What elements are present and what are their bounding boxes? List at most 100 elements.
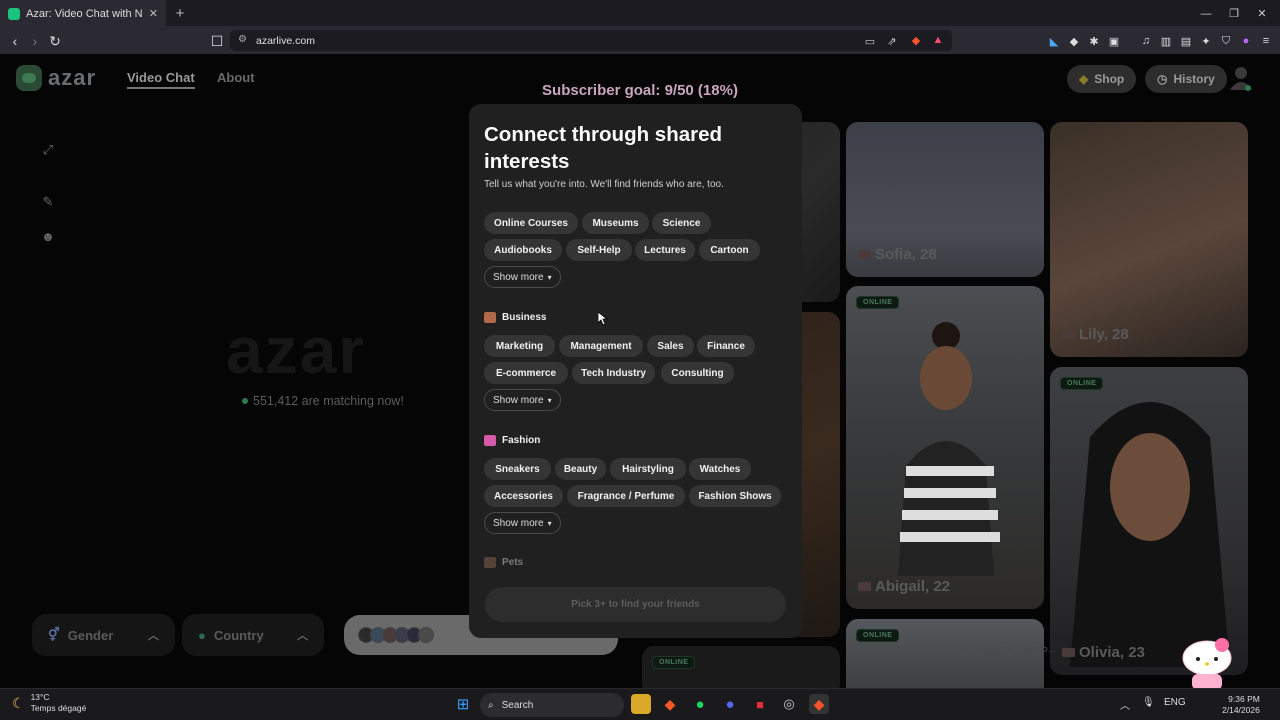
browser-tab-active[interactable]: Azar: Video Chat with New People ✕ xyxy=(0,0,166,27)
shop-button[interactable]: ◆ Shop xyxy=(1067,65,1137,93)
translate-extension-icon[interactable]: ◣ xyxy=(1046,33,1062,49)
media-icon[interactable]: ♫ xyxy=(1138,33,1154,49)
interest-chip[interactable]: Marketing xyxy=(484,335,555,357)
file-explorer-icon[interactable] xyxy=(631,694,651,714)
system-clock[interactable]: 9:36 PM 2/14/2026 xyxy=(1222,694,1260,716)
interest-chip[interactable]: Beauty xyxy=(555,458,606,480)
us-flag-icon xyxy=(1062,648,1075,657)
vpn-shield-icon[interactable]: ⛉ xyxy=(1218,33,1234,49)
interest-chip[interactable]: Cartoon xyxy=(699,239,760,261)
discord-icon[interactable]: ● xyxy=(720,694,740,714)
profile-photo-person xyxy=(898,322,1000,576)
interest-chip[interactable]: Audiobooks xyxy=(484,239,562,261)
taskbar-search[interactable]: ⌕ Search xyxy=(480,693,624,717)
address-bar[interactable]: ⚙ azarlive.com xyxy=(230,30,952,51)
brave-rewards-icon[interactable]: ▲ xyxy=(930,32,946,48)
shopping-bag-icon xyxy=(484,435,496,446)
close-tab-icon[interactable]: ✕ xyxy=(149,7,158,20)
site-settings-icon[interactable]: ⚙ xyxy=(238,34,247,45)
interest-chip[interactable]: Hairstyling xyxy=(610,458,686,480)
weather-widget[interactable]: ☾ 13°C Temps dégagé xyxy=(12,692,86,714)
images-disclaimer: All images a...dels do... xyxy=(962,644,1056,654)
new-tab-button[interactable]: + xyxy=(171,4,189,22)
spotify-icon[interactable]: ● xyxy=(690,694,710,714)
interest-chip[interactable]: Management xyxy=(559,335,643,357)
microphone-icon[interactable]: 🎙 xyxy=(1142,697,1155,708)
country-filter-button[interactable]: ● Country ︿ xyxy=(182,614,324,656)
profile-card[interactable]: ONLINE xyxy=(642,646,840,688)
profile-icon[interactable]: ● xyxy=(1238,33,1254,49)
interest-chip[interactable]: Sneakers xyxy=(484,458,551,480)
profile-card[interactable]: Lily, 28 xyxy=(1050,122,1248,357)
interest-chip[interactable]: Finance xyxy=(697,335,755,357)
background-logo-word: azar xyxy=(226,313,367,387)
interest-chip[interactable]: Lectures xyxy=(635,239,695,261)
online-badge: ONLINE xyxy=(856,296,900,309)
search-label: Search xyxy=(501,699,534,711)
sticker-face-icon[interactable]: ☻ xyxy=(36,224,60,248)
interest-chip[interactable]: Self-Help xyxy=(566,239,632,261)
interest-chip[interactable]: Consulting xyxy=(661,362,734,384)
show-more-button[interactable]: Show more ▾ xyxy=(484,512,561,534)
language-indicator[interactable]: ENG xyxy=(1164,697,1186,708)
brave-browser-icon[interactable]: ◆ xyxy=(660,694,680,714)
interest-chip[interactable]: E-commerce xyxy=(484,362,568,384)
extension-box-icon[interactable]: ▣ xyxy=(1106,33,1122,49)
share-icon[interactable]: ⇗ xyxy=(884,33,900,49)
show-more-button[interactable]: Show more ▾ xyxy=(484,266,561,288)
extension-diamond-icon[interactable]: ◆ xyxy=(1066,33,1082,49)
close-window-button[interactable]: ✕ xyxy=(1244,0,1280,27)
category-title: Fashion xyxy=(502,435,541,446)
sidebar-icon[interactable]: ▥ xyxy=(1158,33,1174,49)
user-avatar-icon[interactable] xyxy=(1230,66,1252,92)
show-more-label: Show more xyxy=(493,394,544,406)
chevron-down-icon: ▾ xyxy=(547,518,552,528)
history-button[interactable]: ◷ History xyxy=(1145,65,1227,93)
app-circle-icon[interactable]: ◎ xyxy=(779,694,799,714)
bookmark-icon[interactable]: ☐ xyxy=(206,30,228,52)
profile-name: Lily, 28 xyxy=(1062,326,1129,343)
us-flag-icon xyxy=(1062,330,1075,339)
interest-chip[interactable]: Tech Industry xyxy=(572,362,655,384)
profile-card[interactable]: ONLINE Abigail, 22 xyxy=(846,286,1044,609)
forward-button[interactable]: › xyxy=(24,30,46,52)
effects-wand-icon[interactable]: ✎ xyxy=(36,190,60,214)
interest-chip[interactable]: Fashion Shows xyxy=(689,485,781,507)
tab-title: Azar: Video Chat with New People xyxy=(26,7,143,20)
gender-filter-button[interactable]: ⚥ Gender ︿ xyxy=(32,614,175,656)
profile-card[interactable]: Sofia, 28 xyxy=(846,122,1044,277)
pick-interests-button[interactable]: Pick 3+ to find your friends xyxy=(485,587,786,622)
profile-card[interactable]: ONLINE Olivia, 23 xyxy=(1050,367,1248,675)
menu-icon[interactable]: ≡ xyxy=(1258,33,1274,49)
interest-chip[interactable]: Museums xyxy=(582,212,649,234)
leo-ai-icon[interactable]: ✦ xyxy=(1198,33,1214,49)
interest-chip[interactable]: Watches xyxy=(689,458,751,480)
interest-chip[interactable]: Fragrance / Perfume xyxy=(567,485,685,507)
hello-kitty-sticker-icon xyxy=(1182,638,1232,690)
show-more-button[interactable]: Show more ▾ xyxy=(484,389,561,411)
tray-chevron-icon[interactable]: ︿ xyxy=(1120,697,1130,712)
modal-title: Connect through shared interests xyxy=(484,123,723,173)
interests-modal: Connect through shared interests Tell us… xyxy=(469,104,802,638)
extensions-puzzle-icon[interactable]: ✱ xyxy=(1086,33,1102,49)
back-button[interactable]: ‹ xyxy=(4,30,26,52)
mouse-cursor-icon xyxy=(598,312,608,326)
brave-active-icon[interactable]: ◆ xyxy=(809,694,829,714)
weather-condition: Temps dégagé xyxy=(30,703,87,713)
windows-start-icon[interactable]: ⊞ xyxy=(453,694,473,714)
interest-chip[interactable]: Accessories xyxy=(484,485,563,507)
fullscreen-icon[interactable]: ⤢ xyxy=(36,138,60,162)
app-red-icon[interactable]: ■ xyxy=(750,694,770,714)
weather-text: 13°C Temps dégagé xyxy=(31,692,87,714)
brave-shields-icon[interactable]: ◆ xyxy=(908,32,924,48)
interest-chip[interactable]: Online Courses xyxy=(484,212,578,234)
browser-toolbar: ‹ › ↻ ☐ ⚙ azarlive.com ▭ ⇗ ◆ ▲ ◣ ◆ ✱ ▣ ♫… xyxy=(0,27,1280,54)
clock-date: 2/14/2026 xyxy=(1222,705,1260,715)
interest-chip[interactable]: Sales xyxy=(647,335,694,357)
cast-icon[interactable]: ▭ xyxy=(862,33,878,49)
profile-name: Abigail, 22 xyxy=(858,578,950,595)
interest-chip[interactable]: Science xyxy=(652,212,711,234)
wallet-icon[interactable]: ▤ xyxy=(1178,33,1194,49)
chevron-up-icon: ︿ xyxy=(297,630,308,642)
reload-button[interactable]: ↻ xyxy=(44,30,66,52)
